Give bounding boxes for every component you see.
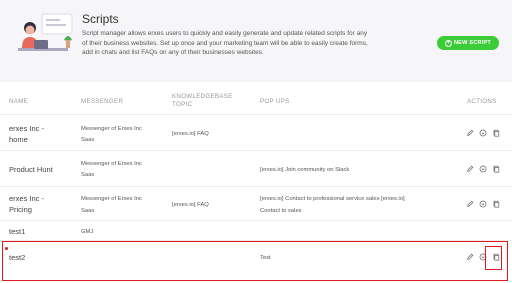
- divider: [0, 220, 512, 221]
- edit-pencil-icon[interactable]: [466, 200, 474, 208]
- row-name-cont[interactable]: home: [9, 134, 28, 145]
- row-kb-topic: [erxes.io] FAQ: [172, 131, 209, 137]
- divider: [0, 114, 512, 115]
- row-kb-topic: [erxes.io] FAQ: [172, 202, 209, 208]
- row-name[interactable]: erxes Inc -: [9, 123, 44, 134]
- copy-icon[interactable]: [492, 200, 500, 208]
- row-popups-cont: Contact to sales: [260, 208, 302, 214]
- copy-icon[interactable]: [492, 129, 500, 137]
- column-name[interactable]: NAME: [9, 98, 28, 105]
- divider: [0, 186, 512, 187]
- column-knowledgebase-topic: TOPIC: [172, 101, 193, 108]
- row-messenger: Messenger of Erxes Inc: [81, 196, 142, 202]
- row-messenger: GMJ: [81, 229, 94, 235]
- row-name[interactable]: test1: [9, 226, 25, 237]
- column-messenger[interactable]: MESSENGER: [81, 98, 123, 105]
- column-actions: ACTIONS: [467, 98, 497, 105]
- row-actions: [466, 129, 500, 137]
- page-header: Scripts Script manager allows erxes user…: [0, 0, 512, 82]
- install-code-icon[interactable]: [479, 200, 487, 208]
- new-script-button[interactable]: + NEW SCRIPT: [437, 36, 499, 50]
- row-actions: [466, 200, 500, 208]
- new-script-label: NEW SCRIPT: [453, 40, 492, 46]
- row-name-cont[interactable]: Pricing: [9, 204, 32, 215]
- row-messenger-cont: Saas: [81, 208, 95, 214]
- plus-circle-icon: +: [444, 39, 452, 47]
- install-code-icon[interactable]: [479, 129, 487, 137]
- page-description: Script manager allows erxes users to qui…: [82, 30, 368, 57]
- row-messenger: Messenger of Erxes Inc: [81, 161, 142, 167]
- divider: [0, 150, 512, 151]
- column-knowledgebase[interactable]: KNOWLEDGEBASE: [172, 93, 233, 100]
- row-highlight-box: [2, 241, 508, 281]
- column-popups[interactable]: POP UPS: [260, 98, 290, 105]
- row-messenger-cont: Saas: [81, 172, 95, 178]
- row-messenger: Messenger of Erxes Inc: [81, 126, 142, 132]
- install-code-icon[interactable]: [479, 165, 487, 173]
- row-messenger-cont: Saas: [81, 137, 95, 143]
- row-popups: [erxes.io] Join community on Slack: [260, 167, 350, 173]
- copy-action-highlight-box: [485, 246, 502, 270]
- page-title: Scripts: [82, 12, 119, 26]
- row-name[interactable]: Product Hunt: [9, 164, 53, 175]
- row-name[interactable]: erxes Inc -: [9, 193, 44, 204]
- row-actions: [466, 165, 500, 173]
- copy-icon[interactable]: [492, 165, 500, 173]
- edit-pencil-icon[interactable]: [466, 165, 474, 173]
- row-popups: [erxes.io] Contact to professional servi…: [260, 196, 405, 202]
- edit-pencil-icon[interactable]: [466, 129, 474, 137]
- workspace-illustration-icon: [18, 13, 73, 51]
